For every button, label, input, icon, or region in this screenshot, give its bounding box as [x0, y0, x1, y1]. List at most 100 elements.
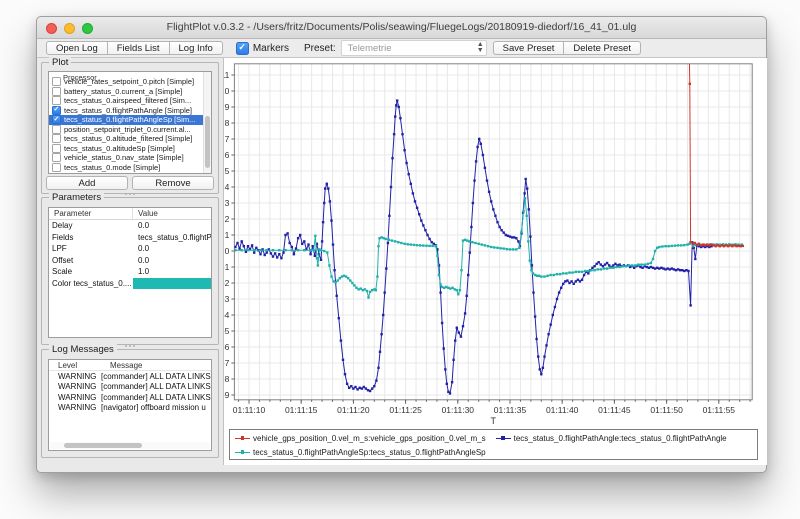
zoom-button[interactable] — [82, 23, 93, 34]
row-checkbox[interactable] — [52, 77, 61, 86]
row-checkbox[interactable] — [52, 134, 61, 143]
markers-checkbox[interactable] — [236, 42, 249, 55]
splitter-handle[interactable] — [117, 344, 143, 348]
svg-text:01:11:35: 01:11:35 — [494, 405, 527, 415]
plot-item-label: tecs_status_0.altitude_filtered [Simple] — [64, 134, 192, 143]
message-column-header[interactable]: Message — [101, 361, 211, 370]
svg-text:-5: -5 — [224, 326, 230, 336]
remove-button[interactable]: Remove — [132, 176, 214, 190]
fields-list-button[interactable]: Fields List — [107, 41, 170, 55]
level-column-header[interactable]: Level — [49, 361, 101, 370]
markers-label: Markers — [253, 43, 289, 54]
preset-value: Telemetrie — [348, 43, 392, 54]
parameter-name: Offset — [49, 256, 133, 265]
save-preset-button[interactable]: Save Preset — [493, 41, 565, 55]
add-button[interactable]: Add — [46, 176, 128, 190]
row-checkbox[interactable] — [52, 96, 61, 105]
preset-combobox[interactable]: Telemetrie ▲▼ — [341, 40, 487, 56]
stepper-icon[interactable]: ▲▼ — [477, 42, 484, 54]
svg-text:-8: -8 — [224, 374, 230, 384]
svg-text:6: 6 — [225, 150, 230, 160]
log-info-button[interactable]: Log Info — [169, 41, 223, 55]
legend-row: tecs_status_0.flightPathAngleSp:tecs_sta… — [235, 445, 752, 459]
log-level: WARNING — [49, 403, 101, 412]
parameters-panel-title: Parameters — [49, 192, 104, 203]
plot-list-item[interactable]: vehicle_rates_setpoint_0.pitch [Simple] — [49, 77, 211, 87]
plot-list-item[interactable]: tecs_status_0.altitude_filtered [Simple] — [49, 134, 211, 144]
parameter-row[interactable]: Fieldstecs_status_0.flightP... — [49, 232, 211, 244]
log-horizontal-scrollbar[interactable] — [50, 442, 210, 449]
svg-text:-7: -7 — [224, 358, 230, 368]
close-button[interactable] — [46, 23, 57, 34]
svg-text:9: 9 — [225, 102, 230, 112]
row-checkbox[interactable] — [52, 115, 61, 124]
window-controls — [46, 23, 93, 34]
plot-list-item[interactable]: battery_status_0.current_a [Simple] — [49, 87, 211, 97]
parameter-row[interactable]: Color tecs_status_0.... — [49, 278, 211, 290]
plot-item-label: tecs_status_0.altitudeSp [Simple] — [64, 144, 175, 153]
plot-list-item[interactable]: vehicle_status_0.nav_state [Simple] — [49, 153, 211, 163]
row-checkbox[interactable] — [52, 87, 61, 96]
svg-text:-1: -1 — [224, 262, 230, 272]
svg-text:4: 4 — [225, 182, 230, 192]
processor-list[interactable]: Processor vehicle_rates_setpoint_0.pitch… — [48, 71, 212, 174]
splitter-handle[interactable] — [117, 192, 143, 196]
open-log-button[interactable]: Open Log — [46, 41, 108, 55]
chart-plot[interactable]: 01:11:1001:11:1501:11:2001:11:2501:11:30… — [224, 58, 767, 428]
plot-list-item[interactable]: position_setpoint_triplet_0.current.al..… — [49, 125, 211, 135]
delete-preset-button[interactable]: Delete Preset — [563, 41, 641, 55]
parameter-name: Delay — [49, 221, 133, 230]
plot-list-item[interactable]: tecs_status_0.flightPathAngle [Simple] — [49, 106, 211, 116]
parameter-row[interactable]: Offset0.0 — [49, 255, 211, 267]
value-column-header[interactable]: Value — [133, 208, 211, 219]
log-level: WARNING — [49, 372, 101, 381]
plot-panel: Plot Processor vehicle_rates_setpoint_0.… — [41, 62, 219, 194]
log-message: [commander] ALL DATA LINKS — [101, 372, 211, 381]
chart-panel: 01:11:1001:11:1501:11:2001:11:2501:11:30… — [223, 58, 767, 465]
parameter-row[interactable]: LPF0.0 — [49, 243, 211, 255]
svg-text:01:11:55: 01:11:55 — [703, 405, 736, 415]
log-message-row[interactable]: WARNING[commander] ALL DATA LINKS — [49, 371, 211, 382]
plot-list-item[interactable]: tecs_status_0.flightPathAngleSp [Sim... — [49, 115, 211, 125]
legend-label: tecs_status_0.flightPathAngleSp:tecs_sta… — [253, 448, 486, 457]
title-bar[interactable]: FlightPlot v.0.3.2 - /Users/fritz/Docume… — [37, 17, 766, 39]
svg-text:11: 11 — [224, 70, 230, 80]
row-checkbox[interactable] — [52, 153, 61, 162]
row-checkbox[interactable] — [52, 144, 61, 153]
log-message-row[interactable]: WARNING[commander] ALL DATA LINKS — [49, 382, 211, 393]
log-message: [commander] ALL DATA LINKS — [101, 393, 211, 402]
plot-list-item[interactable]: tecs_status_0.altitudeSp [Simple] — [49, 144, 211, 154]
svg-text:01:11:40: 01:11:40 — [546, 405, 579, 415]
plot-panel-title: Plot — [49, 57, 71, 68]
plot-item-label: tecs_status_0.mode [Simple] — [64, 163, 160, 172]
svg-text:0: 0 — [225, 246, 230, 256]
svg-text:01:11:50: 01:11:50 — [650, 405, 683, 415]
main-content: Plot Processor vehicle_rates_setpoint_0.… — [37, 58, 766, 472]
scrollbar-thumb[interactable] — [205, 116, 210, 168]
legend-marker-icon — [496, 435, 511, 442]
row-checkbox[interactable] — [52, 106, 61, 115]
log-messages-table[interactable]: Level Message WARNING[commander] ALL DAT… — [48, 359, 212, 451]
plot-list-item[interactable]: tecs_status_0.airspeed_filtered [Sim... — [49, 96, 211, 106]
log-message: [navigator] offboard mission u — [101, 403, 211, 412]
legend-row: vehicle_gps_position_0.vel_m_s:vehicle_g… — [235, 431, 752, 445]
svg-text:T: T — [491, 416, 497, 426]
plot-item-label: tecs_status_0.flightPathAngleSp [Sim... — [64, 115, 195, 124]
log-message-row[interactable]: WARNING[commander] ALL DATA LINKS — [49, 392, 211, 403]
parameter-value: tecs_status_0.flightP... — [133, 233, 211, 242]
plot-list-scrollbar[interactable] — [203, 72, 211, 173]
row-checkbox[interactable] — [52, 125, 61, 134]
legend-label: tecs_status_0.flightPathAngle:tecs_statu… — [514, 434, 727, 443]
parameters-table[interactable]: Parameter Value Delay0.0Fieldstecs_statu… — [48, 207, 212, 338]
plot-list-item[interactable]: tecs_status_0.mode [Simple] — [49, 163, 211, 173]
minimize-button[interactable] — [64, 23, 75, 34]
scrollbar-thumb[interactable] — [64, 443, 142, 448]
preset-label: Preset: — [304, 43, 336, 54]
svg-text:1: 1 — [225, 230, 230, 240]
row-checkbox[interactable] — [52, 163, 61, 172]
parameter-row[interactable]: Delay0.0 — [49, 220, 211, 232]
log-message-row[interactable]: WARNING[navigator] offboard mission u — [49, 403, 211, 414]
svg-text:01:11:45: 01:11:45 — [598, 405, 631, 415]
parameter-row[interactable]: Scale1.0 — [49, 266, 211, 278]
parameter-column-header[interactable]: Parameter — [49, 208, 133, 219]
